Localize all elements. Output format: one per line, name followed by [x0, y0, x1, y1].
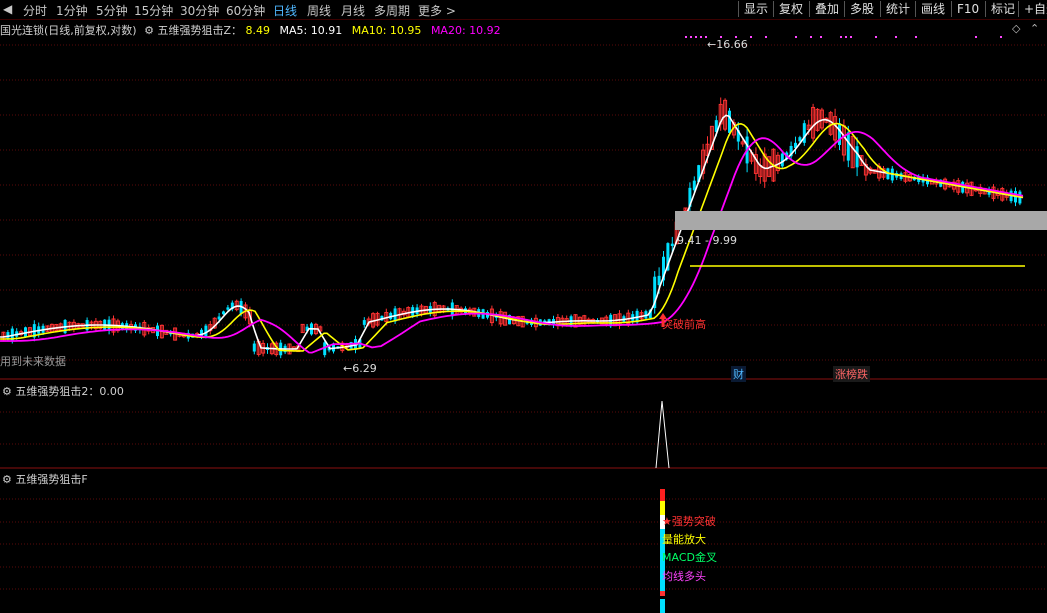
- signal-dot: [700, 36, 702, 38]
- display-button[interactable]: 显示: [738, 1, 773, 17]
- candle-body: [222, 311, 225, 315]
- signal-dot: [975, 36, 977, 38]
- tab-fenshi[interactable]: 分时: [23, 2, 47, 19]
- signal-dot: [820, 36, 822, 38]
- statistics-button[interactable]: 统计: [880, 1, 915, 17]
- signal-dot: [840, 36, 842, 38]
- low-price-label: ←6.29: [343, 362, 377, 375]
- f10-button[interactable]: F10: [951, 1, 984, 17]
- tab-monthly[interactable]: 月线: [341, 2, 365, 19]
- tab-weekly[interactable]: 周线: [307, 2, 331, 19]
- high-price-label: ←16.66: [707, 38, 748, 51]
- signal-dot: [1000, 36, 1002, 38]
- signal-dot: [690, 36, 692, 38]
- signal-dot: [685, 36, 687, 38]
- tab-15min[interactable]: 15分钟: [134, 2, 173, 19]
- candle-body: [670, 243, 674, 247]
- limit-marker[interactable]: 涨榜跌: [833, 366, 870, 382]
- moving-average-lines: [0, 114, 1024, 354]
- signal-dot: [765, 36, 767, 38]
- signal-bar-segment: [660, 591, 665, 596]
- signal-bar-segment: [660, 599, 665, 613]
- finance-marker[interactable]: 财: [731, 366, 746, 382]
- tab-5min[interactable]: 5分钟: [96, 2, 128, 19]
- signal-dot: [915, 36, 917, 38]
- signal-strong-breakout: ★强势突破: [662, 515, 716, 528]
- panel3-header: ⚙ 五维强势狙击F: [2, 471, 88, 487]
- candle-body: [780, 153, 784, 167]
- candle-body: [855, 146, 859, 168]
- grid-lines: [0, 44, 1047, 590]
- tab-multi-period[interactable]: 多周期: [374, 2, 410, 19]
- signal-dot: [750, 36, 752, 38]
- mark-button[interactable]: 标记: [985, 1, 1020, 17]
- spike-line: [655, 400, 670, 469]
- tab-daily[interactable]: 日线: [273, 2, 297, 19]
- draw-line-button[interactable]: 画线: [915, 1, 950, 17]
- signal-dot: [875, 36, 877, 38]
- future-data-note: 用到未来数据: [0, 355, 66, 368]
- settings-gear-icon[interactable]: ⚙: [2, 473, 12, 486]
- breakout-label: 突破前高: [662, 318, 706, 331]
- signal-dot: [845, 36, 847, 38]
- candle-body: [252, 343, 256, 352]
- nav-left-icon[interactable]: ◀: [3, 2, 12, 16]
- panel2-title: 五维强势狙击2：: [15, 385, 100, 398]
- signal-macd: MACD金叉: [662, 551, 717, 564]
- signal-dot: [695, 36, 697, 38]
- panel3-title: 五维强势狙击F: [15, 473, 88, 486]
- candle-body: [226, 307, 230, 310]
- settings-gear-icon[interactable]: ⚙: [2, 385, 12, 398]
- overlay-button[interactable]: 叠加: [809, 1, 844, 17]
- tab-30min[interactable]: 30分钟: [180, 2, 219, 19]
- signal-dot: [810, 36, 812, 38]
- signal-dot: [795, 36, 797, 38]
- panel2-value: 0.00: [99, 385, 124, 398]
- multi-stock-button[interactable]: 多股: [844, 1, 879, 17]
- signal-ma-bull: 均线多头: [662, 570, 706, 583]
- price-range-band: [675, 211, 1047, 230]
- candle-body: [846, 132, 850, 161]
- signal-dot: [850, 36, 852, 38]
- panel2-header: ⚙ 五维强势狙击2：0.00: [2, 383, 124, 399]
- tab-1min[interactable]: 1分钟: [56, 2, 88, 19]
- add-favorite-button[interactable]: +自选: [1018, 1, 1047, 17]
- signal-bar-segment: [660, 489, 665, 501]
- tab-60min[interactable]: 60分钟: [226, 2, 265, 19]
- candle-body: [728, 110, 731, 133]
- kline-chart[interactable]: [0, 19, 1047, 613]
- indicator-panel-2: [655, 400, 670, 469]
- signal-dot: [895, 36, 897, 38]
- candle-body: [217, 316, 221, 320]
- candle-body: [362, 320, 366, 325]
- adjust-button[interactable]: 复权: [773, 1, 808, 17]
- tab-more[interactable]: 更多 >: [418, 2, 456, 19]
- range-label: 9.41 - 9.99: [677, 234, 737, 247]
- signal-volume: 量能放大: [662, 533, 706, 546]
- period-toolbar: ◀ 分时 1分钟 5分钟 15分钟 30分钟 60分钟 日线 周线 月线 多周期…: [0, 0, 1047, 20]
